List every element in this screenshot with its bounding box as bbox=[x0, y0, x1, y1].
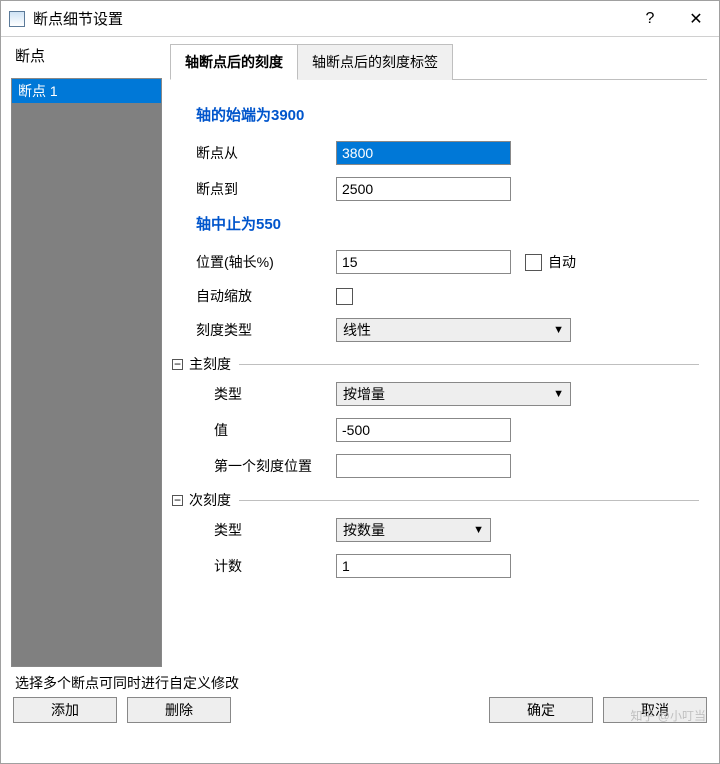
major-type-label: 类型 bbox=[214, 384, 336, 404]
form: 轴的始端为3900 断点从 断点到 轴中止为550 位置(轴长%) 自动 自动缩… bbox=[170, 80, 707, 598]
hint-text: 选择多个断点可同时进行自定义修改 bbox=[13, 673, 707, 693]
minor-type-value: 按数量 bbox=[343, 520, 385, 540]
chevron-down-icon: ▼ bbox=[553, 388, 564, 400]
breakpoint-list[interactable]: 断点 1 bbox=[11, 78, 162, 667]
chevron-down-icon: ▼ bbox=[473, 524, 484, 536]
major-value-label: 值 bbox=[214, 420, 336, 440]
ticktype-label: 刻度类型 bbox=[196, 320, 336, 340]
autoscale-checkbox[interactable] bbox=[336, 288, 353, 305]
autoscale-label: 自动缩放 bbox=[196, 286, 336, 306]
minor-count-label: 计数 bbox=[214, 556, 336, 576]
app-icon bbox=[9, 11, 25, 27]
ticktype-value: 线性 bbox=[343, 320, 371, 340]
close-button[interactable]: ✕ bbox=[673, 1, 719, 37]
break-to-label: 断点到 bbox=[196, 179, 336, 199]
break-from-label: 断点从 bbox=[196, 143, 336, 163]
axis-mid-header: 轴中止为550 bbox=[196, 213, 699, 234]
chevron-down-icon: ▼ bbox=[553, 324, 564, 336]
auto-checkbox[interactable] bbox=[525, 254, 542, 271]
minor-type-select[interactable]: 按数量 ▼ bbox=[336, 518, 491, 542]
major-type-value: 按增量 bbox=[343, 384, 385, 404]
first-tick-input[interactable] bbox=[336, 454, 511, 478]
first-tick-label: 第一个刻度位置 bbox=[214, 456, 336, 476]
minor-ticks-header: 次刻度 bbox=[189, 490, 231, 510]
tab-scale-after-break[interactable]: 轴断点后的刻度 bbox=[170, 44, 298, 80]
title-bar: 断点细节设置 ? ✕ bbox=[1, 1, 719, 37]
content-panel: 轴断点后的刻度 轴断点后的刻度标签 轴的始端为3900 断点从 断点到 轴中止为… bbox=[166, 37, 719, 667]
breakpoint-item[interactable]: 断点 1 bbox=[12, 79, 161, 103]
main-area: 断点 断点 1 轴断点后的刻度 轴断点后的刻度标签 轴的始端为3900 断点从 … bbox=[1, 37, 719, 667]
sidebar: 断点 断点 1 bbox=[1, 37, 166, 667]
position-input[interactable] bbox=[336, 250, 511, 274]
tab-scale-labels-after-break[interactable]: 轴断点后的刻度标签 bbox=[298, 44, 453, 80]
delete-button[interactable]: 删除 bbox=[127, 697, 231, 723]
minor-count-input[interactable] bbox=[336, 554, 511, 578]
ok-button[interactable]: 确定 bbox=[489, 697, 593, 723]
bottom-bar: 选择多个断点可同时进行自定义修改 添加 删除 确定 取消 bbox=[1, 667, 719, 723]
sidebar-header: 断点 bbox=[1, 37, 166, 74]
minor-type-label: 类型 bbox=[214, 520, 336, 540]
ticktype-select[interactable]: 线性 ▼ bbox=[336, 318, 571, 342]
watermark: 知乎 @小叮当 bbox=[630, 707, 706, 724]
collapse-icon[interactable]: − bbox=[172, 359, 183, 370]
major-type-select[interactable]: 按增量 ▼ bbox=[336, 382, 571, 406]
divider bbox=[239, 364, 699, 365]
axis-start-header: 轴的始端为3900 bbox=[196, 104, 699, 125]
break-from-input[interactable] bbox=[336, 141, 511, 165]
major-ticks-header: 主刻度 bbox=[189, 354, 231, 374]
break-to-input[interactable] bbox=[336, 177, 511, 201]
major-value-input[interactable] bbox=[336, 418, 511, 442]
help-button[interactable]: ? bbox=[627, 1, 673, 37]
major-ticks-section: − 主刻度 bbox=[172, 354, 699, 374]
position-label: 位置(轴长%) bbox=[196, 252, 336, 272]
divider bbox=[239, 500, 699, 501]
minor-ticks-section: − 次刻度 bbox=[172, 490, 699, 510]
collapse-icon[interactable]: − bbox=[172, 495, 183, 506]
window-title: 断点细节设置 bbox=[33, 8, 627, 29]
tab-bar: 轴断点后的刻度 轴断点后的刻度标签 bbox=[170, 43, 707, 80]
add-button[interactable]: 添加 bbox=[13, 697, 117, 723]
auto-label: 自动 bbox=[548, 252, 576, 272]
